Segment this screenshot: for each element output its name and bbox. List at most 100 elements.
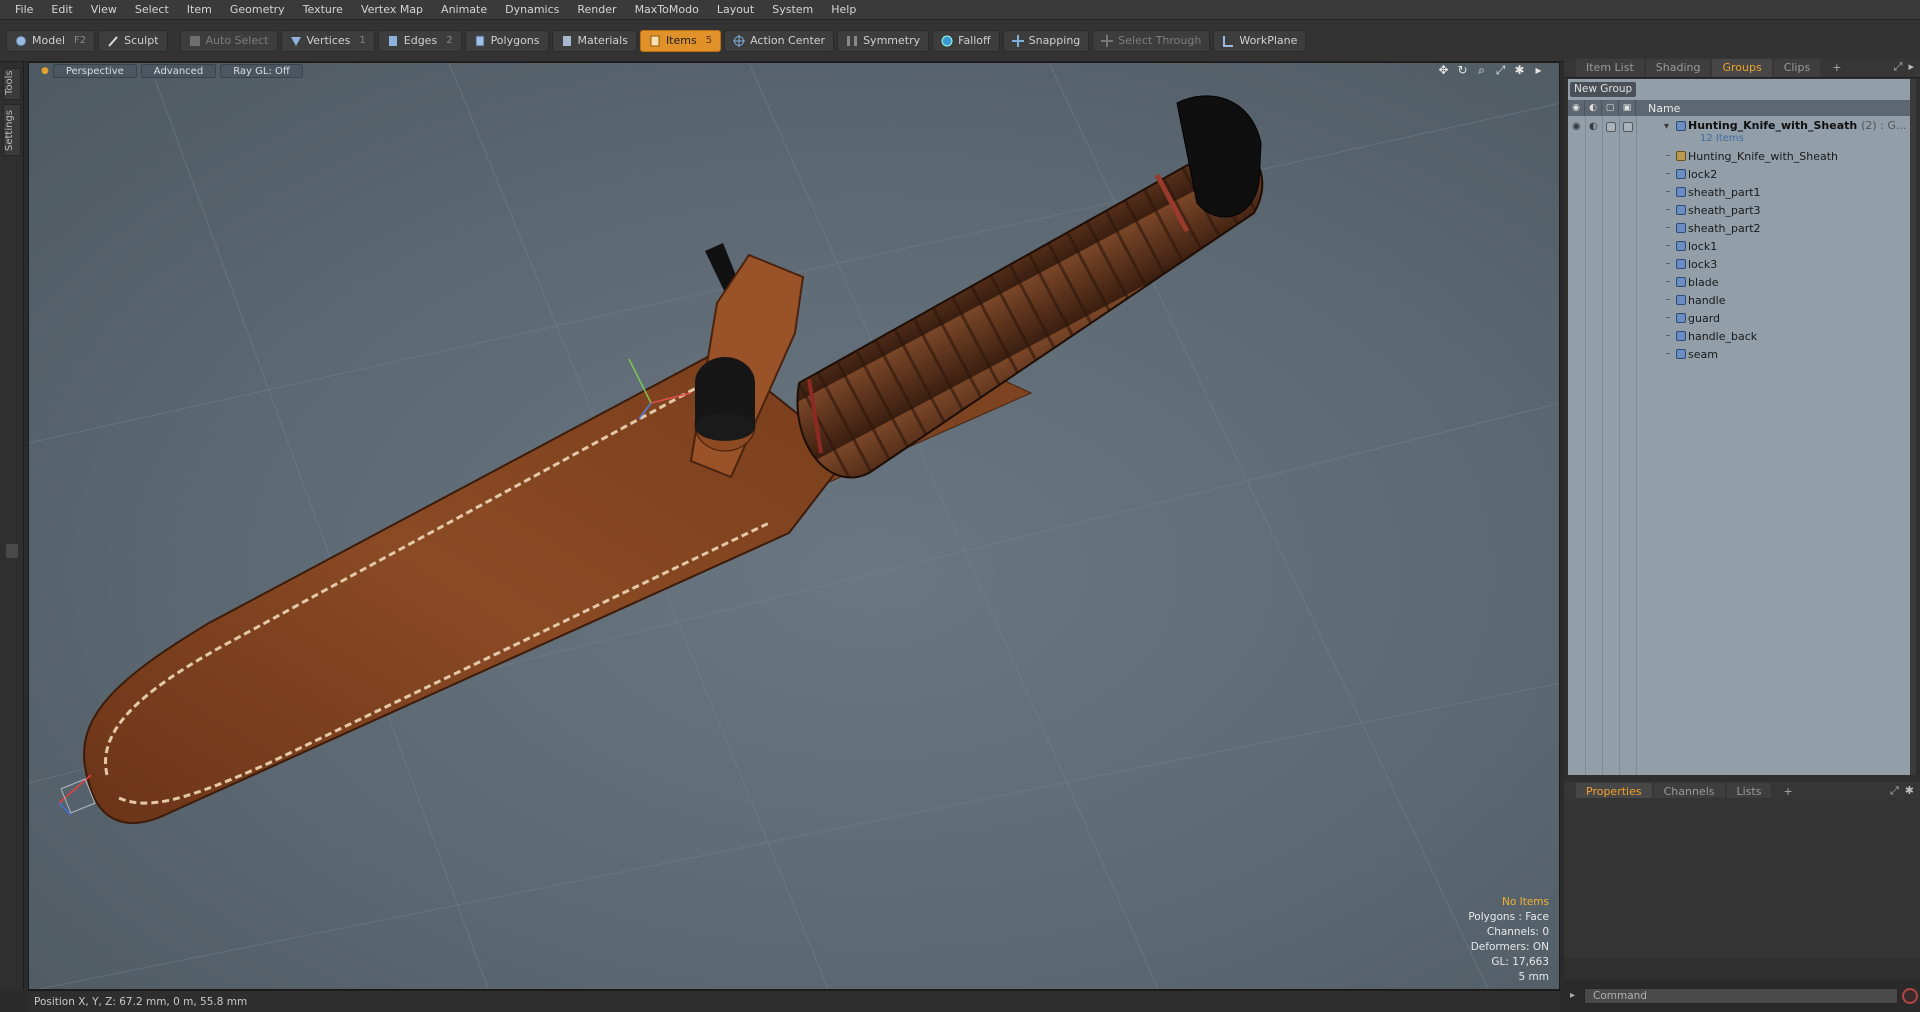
action-center-label: Action Center (750, 34, 826, 47)
list-item-name: seam (1688, 348, 1718, 361)
menu-select[interactable]: Select (126, 0, 178, 20)
snapping-button[interactable]: Snapping (1002, 29, 1090, 52)
falloff-button[interactable]: Falloff (932, 29, 1000, 52)
viewport-header: ● Perspective Advanced Ray GL: Off (29, 63, 1559, 79)
menu-item[interactable]: Item (178, 0, 221, 20)
list-item[interactable]: seam (1568, 345, 1910, 363)
tab-groups[interactable]: Groups (1712, 58, 1772, 77)
tab-item-list[interactable]: Item List (1576, 58, 1644, 77)
strip-handle[interactable] (6, 544, 18, 558)
auto-select-button[interactable]: Auto Select (179, 29, 278, 52)
mesh-icon (1676, 349, 1686, 359)
menu-geometry[interactable]: Geometry (221, 0, 294, 20)
rotate-view-icon[interactable]: ↻ (1456, 64, 1469, 77)
arrow-right-icon[interactable]: ▸ (1532, 64, 1545, 77)
view-mode-dropdown[interactable]: Perspective (52, 64, 137, 78)
list-item[interactable]: handle_back (1568, 327, 1910, 345)
tab-tools[interactable]: Tools (3, 68, 21, 100)
list-item[interactable]: sheath_part2 (1568, 219, 1910, 237)
unit-text: 5 mm (1518, 971, 1549, 983)
lock-column-icon[interactable]: ▢ (1602, 100, 1619, 116)
materials-icon (561, 35, 573, 47)
items-hotkey: 5 (705, 35, 713, 46)
zoom-view-icon[interactable]: ⌕ (1475, 64, 1488, 77)
model-button[interactable]: Model F2 (6, 29, 96, 52)
eye-icon[interactable]: ◉ (1572, 121, 1581, 132)
items-button[interactable]: Items 5 (639, 29, 722, 52)
shading-dropdown[interactable]: Advanced (140, 64, 217, 78)
select-column-icon[interactable]: ▣ (1619, 100, 1636, 116)
list-item[interactable]: sheath_part1 (1568, 183, 1910, 201)
menu-animate[interactable]: Animate (432, 0, 496, 20)
tab-settings[interactable]: Settings (3, 104, 21, 156)
tab-clips[interactable]: Clips (1773, 58, 1821, 77)
no-items-text: No Items (1502, 896, 1549, 908)
list-item[interactable]: lock1 (1568, 237, 1910, 255)
workplane-button[interactable]: WorkPlane (1213, 29, 1307, 52)
workplane-icon (1222, 35, 1234, 47)
list-item-name: sheath_part2 (1688, 222, 1761, 235)
falloff-label: Falloff (958, 34, 991, 47)
tree-branch (1666, 317, 1670, 318)
expand-bottom-icon[interactable]: ⤢ (1890, 784, 1899, 798)
menu-layout[interactable]: Layout (708, 0, 763, 20)
auto-select-icon (189, 35, 201, 47)
gear-icon[interactable]: ✱ (1905, 784, 1914, 798)
menu-view[interactable]: View (82, 0, 126, 20)
menu-edit[interactable]: Edit (42, 0, 81, 20)
symmetry-button[interactable]: Symmetry (837, 29, 930, 52)
falloff-icon (941, 35, 953, 47)
menu-maxtomodo[interactable]: MaxToModo (626, 0, 708, 20)
menu-vertex-map[interactable]: Vertex Map (352, 0, 432, 20)
maximize-icon[interactable]: ⤢ (1494, 64, 1507, 77)
action-center-button[interactable]: Action Center (724, 29, 835, 52)
list-item[interactable]: sheath_part3 (1568, 201, 1910, 219)
move-view-icon[interactable]: ✥ (1437, 64, 1450, 77)
command-input[interactable]: Command (1584, 988, 1898, 1004)
select-checkbox[interactable] (1623, 122, 1633, 132)
mesh-icon (1676, 223, 1686, 233)
viewport-menu-icon[interactable]: ● (41, 66, 49, 76)
select-through-button[interactable]: Select Through (1092, 29, 1211, 52)
edges-button[interactable]: Edges 2 (377, 29, 462, 52)
list-item[interactable]: guard (1568, 309, 1910, 327)
list-item[interactable]: lock3 (1568, 255, 1910, 273)
visibility-column-icon[interactable]: ◉ (1568, 100, 1585, 116)
name-column-header[interactable]: Name (1636, 102, 1680, 115)
vertices-icon (290, 35, 302, 47)
settings-icon[interactable]: ✱ (1513, 64, 1526, 77)
3d-viewport[interactable]: ● Perspective Advanced Ray GL: Off ✥ ↻ ⌕… (28, 62, 1560, 990)
menu-texture[interactable]: Texture (294, 0, 352, 20)
group-row[interactable]: ◉ ◐ ▾ Hunting_Knife_with_Sheath (2) : G.… (1568, 117, 1910, 147)
materials-button[interactable]: Materials (551, 29, 637, 52)
list-item-name: Hunting_Knife_with_Sheath (1688, 150, 1839, 163)
sculpt-button[interactable]: Sculpt (98, 29, 168, 52)
list-item[interactable]: blade (1568, 273, 1910, 291)
panel-arrow-icon[interactable]: ▸ (1908, 60, 1914, 74)
render-column-icon[interactable]: ◐ (1585, 100, 1602, 116)
sculpt-label: Sculpt (124, 34, 159, 47)
lock-checkbox[interactable] (1606, 122, 1616, 132)
new-group-button[interactable]: New Group (1570, 82, 1637, 97)
polygons-button[interactable]: Polygons (464, 29, 549, 52)
expand-icon[interactable]: ⤢ (1894, 60, 1903, 74)
raygl-dropdown[interactable]: Ray GL: Off (220, 64, 303, 78)
list-item[interactable]: lock2 (1568, 165, 1910, 183)
menu-dynamics[interactable]: Dynamics (496, 0, 568, 20)
menu-system[interactable]: System (763, 0, 822, 20)
command-record-button[interactable] (1902, 988, 1918, 1004)
menu-render[interactable]: Render (568, 0, 625, 20)
list-item-name: sheath_part1 (1688, 186, 1761, 199)
add-tab-button[interactable]: + (1822, 59, 1851, 77)
vertices-button[interactable]: Vertices 1 (280, 29, 375, 52)
scrollbar[interactable] (1910, 79, 1916, 775)
render-toggle-icon[interactable]: ◐ (1589, 121, 1598, 132)
list-item[interactable]: Hunting_Knife_with_Sheath (1568, 147, 1910, 165)
polygons-mode-text: Polygons : Face (1468, 911, 1549, 923)
list-item[interactable]: handle (1568, 291, 1910, 309)
tab-shading[interactable]: Shading (1645, 58, 1711, 77)
collapse-icon[interactable]: ▾ (1664, 121, 1669, 132)
menu-file[interactable]: File (6, 0, 42, 20)
locator-icon (1676, 151, 1686, 161)
menu-help[interactable]: Help (822, 0, 865, 20)
